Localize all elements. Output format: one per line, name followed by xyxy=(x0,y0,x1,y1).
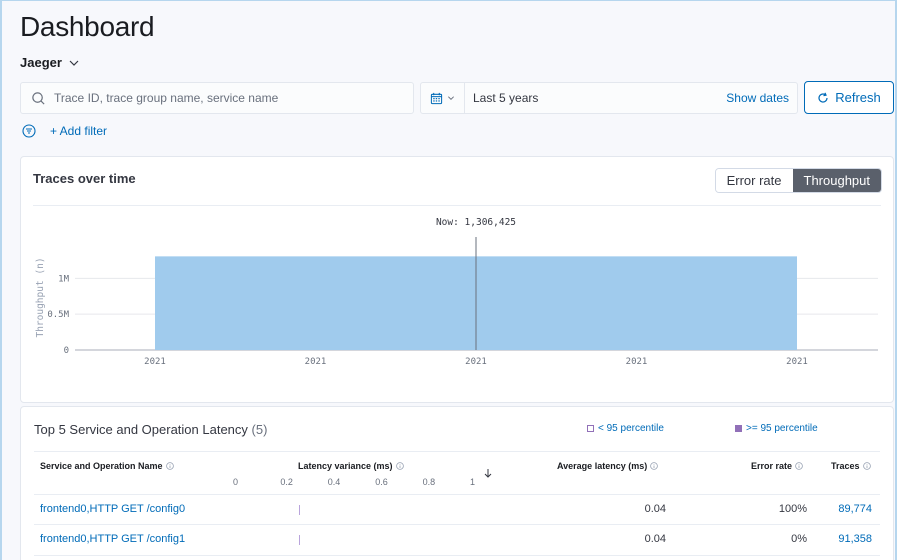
table-count: (5) xyxy=(251,422,268,437)
info-icon xyxy=(862,462,871,470)
column-header-avg-latency[interactable]: Average latency (ms) xyxy=(557,461,659,471)
refresh-button[interactable]: Refresh xyxy=(804,81,894,114)
table-title-text: Top 5 Service and Operation Latency xyxy=(34,422,248,437)
show-dates-link[interactable]: Show dates xyxy=(726,91,797,105)
variance-tick-label: 0.4 xyxy=(327,477,341,487)
panel-title: Traces over time xyxy=(33,171,136,186)
latency-variance-mark xyxy=(298,535,301,545)
now-annotation-label: Now: 1,306,425 xyxy=(436,217,516,228)
legend-swatch-outline xyxy=(587,425,594,432)
tenant-label: Jaeger xyxy=(20,55,62,70)
legend-label: < 95 percentile xyxy=(598,423,664,434)
y-tick-label: 0.5M xyxy=(47,310,69,320)
variance-tick-label: 0.6 xyxy=(375,477,388,487)
variance-tick-label: 0.2 xyxy=(280,477,293,487)
throughput-chart: 0 0.5M 1M 2021 2021 2021 2021 2021 Now: 1,306,42… xyxy=(35,217,878,367)
search-icon xyxy=(32,91,45,105)
legend-label: >= 95 percentile xyxy=(746,423,818,434)
chevron-down-icon xyxy=(69,60,79,66)
info-icon xyxy=(395,462,404,470)
error-rate-value: 0% xyxy=(791,533,807,545)
avg-latency-value: 0.04 xyxy=(644,503,666,515)
quick-select-button[interactable] xyxy=(421,83,465,113)
column-header-label: Traces xyxy=(831,461,860,471)
add-filter-button[interactable]: + Add filter xyxy=(50,124,107,138)
latency-panel: Top 5 Service and Operation Latency (5) … xyxy=(20,406,894,560)
legend-above-95: >= 95 percentile xyxy=(735,423,818,434)
column-header-label: Service and Operation Name xyxy=(40,461,163,471)
divider xyxy=(34,451,880,452)
table-title: Top 5 Service and Operation Latency (5) xyxy=(34,422,267,437)
refresh-icon xyxy=(818,92,828,103)
error-rate-toggle[interactable]: Error rate xyxy=(715,169,793,192)
column-header-traces[interactable]: Traces xyxy=(831,461,871,471)
x-tick-label: 2021 xyxy=(786,357,808,367)
column-header-label: Average latency (ms) xyxy=(557,461,648,471)
x-tick-label: 2021 xyxy=(305,357,327,367)
column-header-label: Error rate xyxy=(751,461,793,471)
traces-over-time-panel: Traces over time Error rate Throughput 0… xyxy=(20,156,894,403)
operation-name-link[interactable]: frontend0,HTTP GET /config0 xyxy=(40,503,185,515)
variance-tick-label: 0.8 xyxy=(422,477,436,487)
column-header-error-rate[interactable]: Error rate xyxy=(751,461,803,471)
divider xyxy=(34,524,880,525)
page-title: Dashboard xyxy=(20,11,155,42)
calendar-icon xyxy=(430,92,443,104)
operation-name-link[interactable]: frontend0,HTTP GET /config1 xyxy=(40,533,185,545)
variance-tick-label: 0 xyxy=(233,477,239,487)
avg-latency-value: 0.04 xyxy=(644,533,666,545)
y-tick-label: 0 xyxy=(64,346,69,356)
date-picker: Last 5 years Show dates xyxy=(420,82,798,114)
date-range-label[interactable]: Last 5 years xyxy=(465,91,726,105)
y-axis-label: Throughput (n) xyxy=(35,257,46,337)
search-bar[interactable] xyxy=(20,82,414,114)
error-rate-value: 100% xyxy=(778,503,807,515)
column-header-label: Latency variance (ms) xyxy=(298,461,393,471)
column-header-name[interactable]: Service and Operation Name xyxy=(40,461,174,471)
x-tick-label: 2021 xyxy=(626,357,648,367)
metric-toggle: Error rate Throughput xyxy=(714,168,882,193)
filter-icon[interactable] xyxy=(22,124,36,138)
column-header-variance[interactable]: Latency variance (ms) xyxy=(298,461,404,471)
traces-count-link[interactable]: 91,358 xyxy=(838,533,872,545)
sort-descending-icon[interactable] xyxy=(483,468,493,478)
legend-below-95: < 95 percentile xyxy=(587,423,664,434)
x-tick-label: 2021 xyxy=(144,357,166,367)
search-input[interactable] xyxy=(54,91,394,105)
info-icon xyxy=(650,462,659,470)
y-tick-label: 1M xyxy=(58,274,69,284)
variance-tick-label: 1 xyxy=(470,477,476,487)
traces-count-link[interactable]: 89,774 xyxy=(838,503,872,515)
divider xyxy=(33,205,881,206)
info-icon xyxy=(165,462,174,470)
x-tick-label: 2021 xyxy=(465,357,487,367)
tenant-selector[interactable]: Jaeger xyxy=(20,55,80,70)
divider xyxy=(34,555,880,556)
latency-variance-mark xyxy=(298,505,301,515)
info-icon xyxy=(795,462,803,470)
divider xyxy=(34,494,880,495)
refresh-label: Refresh xyxy=(835,90,881,105)
legend-swatch-filled xyxy=(735,425,742,432)
filter-bar: + Add filter xyxy=(22,124,107,138)
chevron-down-icon xyxy=(448,96,454,100)
throughput-toggle[interactable]: Throughput xyxy=(792,169,881,192)
